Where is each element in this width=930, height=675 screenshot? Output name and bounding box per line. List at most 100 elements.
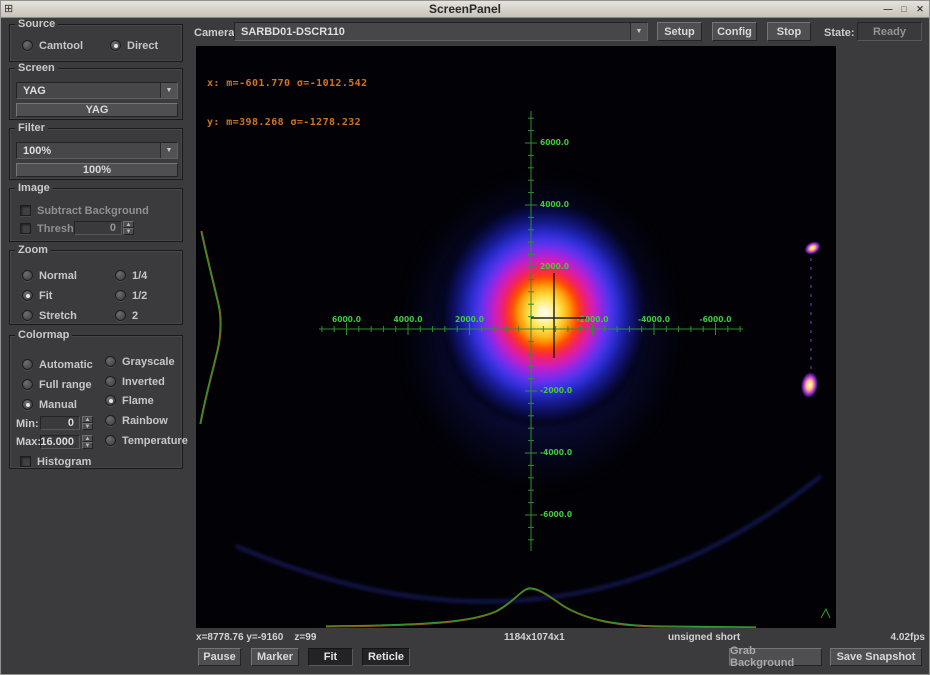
checkbox-icon — [20, 456, 31, 467]
checkbox-icon — [20, 205, 31, 216]
reticle-y-label: -6000.0 — [540, 510, 572, 519]
radio-colormap-full-range[interactable]: Full range — [22, 378, 92, 391]
pause-button[interactable]: Pause — [198, 648, 241, 666]
radio-zoom-fit[interactable]: Fit — [22, 289, 52, 302]
marker-button[interactable]: Marker — [251, 648, 299, 666]
filter-dropdown[interactable]: 100% ▼ — [16, 142, 178, 159]
radio-direct[interactable]: Direct — [110, 39, 158, 52]
camera-dropdown[interactable]: SARBD01-DSCR110 ▼ — [234, 22, 648, 41]
radio-label: Flame — [122, 395, 154, 407]
group-colormap-title: Colormap — [15, 329, 72, 342]
minimize-icon[interactable]: — — [881, 2, 895, 16]
radio-label: Camtool — [39, 40, 83, 52]
radio-label: Temperature — [122, 435, 188, 447]
radio-colormap-flame[interactable]: Flame — [105, 394, 154, 407]
radio-colormap-rainbow[interactable]: Rainbow — [105, 414, 168, 427]
image-size-readout: 1184x1074x1 — [504, 632, 565, 643]
radio-zoom-two[interactable]: 2 — [115, 309, 138, 322]
radio-icon — [105, 415, 116, 426]
min-stepper[interactable]: ▲ ▼ — [82, 416, 93, 430]
reticle-y-label: -4000.0 — [540, 448, 572, 457]
group-filter: Filter 100% ▼ 100% — [9, 128, 183, 180]
radio-icon-selected — [110, 40, 121, 51]
radio-icon — [105, 435, 116, 446]
max-stepper[interactable]: ▲ ▼ — [82, 435, 93, 449]
radio-colormap-grayscale[interactable]: Grayscale — [105, 355, 175, 368]
group-colormap: Colormap Automatic Full range Manual Gra… — [9, 335, 183, 469]
radio-icon — [22, 310, 33, 321]
group-filter-title: Filter — [15, 122, 48, 135]
max-label: Max: — [16, 436, 41, 448]
checkbox-icon — [20, 223, 31, 234]
radio-zoom-quarter[interactable]: 1/4 — [115, 269, 147, 282]
checkbox-label: Histogram — [37, 456, 91, 468]
radio-colormap-manual[interactable]: Manual — [22, 398, 77, 411]
reticle-button[interactable]: Reticle — [362, 648, 410, 666]
radio-label: Grayscale — [122, 356, 175, 368]
screen-dropdown[interactable]: YAG ▼ — [16, 82, 178, 99]
fps-readout: 4.02fps — [891, 632, 925, 643]
threshold-stepper[interactable]: ▲ ▼ — [123, 221, 134, 235]
cursor-readout: x=8778.76 y=-9160 z=99 — [196, 632, 316, 643]
reticle-x-label: 6000.0 — [332, 315, 361, 324]
beam-stats-y: y: m=398.268 σ=-1278.232 — [207, 116, 368, 129]
spin-up-icon[interactable]: ▲ — [123, 221, 134, 228]
radio-label: 1/2 — [132, 290, 147, 302]
close-icon[interactable]: ✕ — [913, 2, 927, 16]
reticle-x-label: 2000.0 — [455, 315, 484, 324]
min-label: Min: — [16, 418, 39, 430]
main-panel: Source Camtool Direct Screen YAG ▼ YAG F… — [1, 18, 929, 674]
spin-down-icon[interactable]: ▼ — [123, 228, 134, 235]
camera-dropdown-value: SARBD01-DSCR110 — [241, 26, 345, 38]
radio-zoom-normal[interactable]: Normal — [22, 269, 77, 282]
chevron-down-icon[interactable]: ▼ — [630, 23, 647, 40]
radio-icon — [105, 356, 116, 367]
config-button[interactable]: Config — [712, 22, 757, 41]
spin-down-icon[interactable]: ▼ — [82, 423, 93, 430]
radio-camtool[interactable]: Camtool — [22, 39, 83, 52]
radio-icon — [22, 379, 33, 390]
radio-icon — [105, 376, 116, 387]
radio-zoom-stretch[interactable]: Stretch — [22, 309, 77, 322]
reticle-x-label: 4000.0 — [394, 315, 423, 324]
camera-image-view[interactable]: 6000.04000.02000.0-2000.0-4000.0-6000.06… — [196, 46, 836, 628]
chevron-down-icon[interactable]: ▼ — [160, 143, 177, 158]
max-value-field[interactable]: 16.000 — [40, 435, 80, 449]
spin-up-icon[interactable]: ▲ — [82, 435, 93, 442]
maximize-icon[interactable]: □ — [897, 2, 911, 16]
radio-icon — [22, 359, 33, 370]
radio-label: Rainbow — [122, 415, 168, 427]
group-screen-title: Screen — [15, 62, 58, 75]
screen-dropdown-value: YAG — [23, 85, 46, 97]
radio-icon-selected — [22, 399, 33, 410]
vignette-arc — [236, 476, 821, 602]
grab-background-button[interactable]: Grab Background — [729, 648, 822, 666]
spin-down-icon[interactable]: ▼ — [82, 442, 93, 449]
chevron-down-icon[interactable]: ▼ — [160, 83, 177, 98]
save-snapshot-button[interactable]: Save Snapshot — [830, 648, 922, 666]
radio-label: Fit — [39, 290, 52, 302]
radio-icon-selected — [22, 290, 33, 301]
checkbox-histogram[interactable]: Histogram — [20, 455, 91, 468]
filter-button[interactable]: 100% — [16, 163, 178, 177]
min-value-field[interactable]: 0 — [40, 416, 80, 430]
screen-button[interactable]: YAG — [16, 103, 178, 117]
radio-icon — [22, 270, 33, 281]
reticle-ticks — [319, 111, 743, 551]
threshold-value-field[interactable]: 0 — [74, 221, 122, 235]
radio-colormap-temperature[interactable]: Temperature — [105, 434, 188, 447]
stop-button[interactable]: Stop — [767, 22, 811, 41]
radio-zoom-half[interactable]: 1/2 — [115, 289, 147, 302]
radio-label: Normal — [39, 270, 77, 282]
group-image: Image Subtract Background Threshold 0 ▲ … — [9, 188, 183, 242]
radio-colormap-automatic[interactable]: Automatic — [22, 358, 93, 371]
fit-button[interactable]: Fit — [308, 648, 353, 666]
beam-stats-x: x: m=-601.770 σ=-1012.542 — [207, 77, 368, 90]
reticle-x-label: -4000.0 — [638, 315, 670, 324]
y-profile-curve — [200, 231, 220, 424]
spin-up-icon[interactable]: ▲ — [82, 416, 93, 423]
radio-colormap-inverted[interactable]: Inverted — [105, 375, 165, 388]
camera-label: Camera: — [194, 27, 238, 39]
setup-button[interactable]: Setup — [657, 22, 702, 41]
checkbox-subtract-background[interactable]: Subtract Background — [20, 204, 149, 217]
